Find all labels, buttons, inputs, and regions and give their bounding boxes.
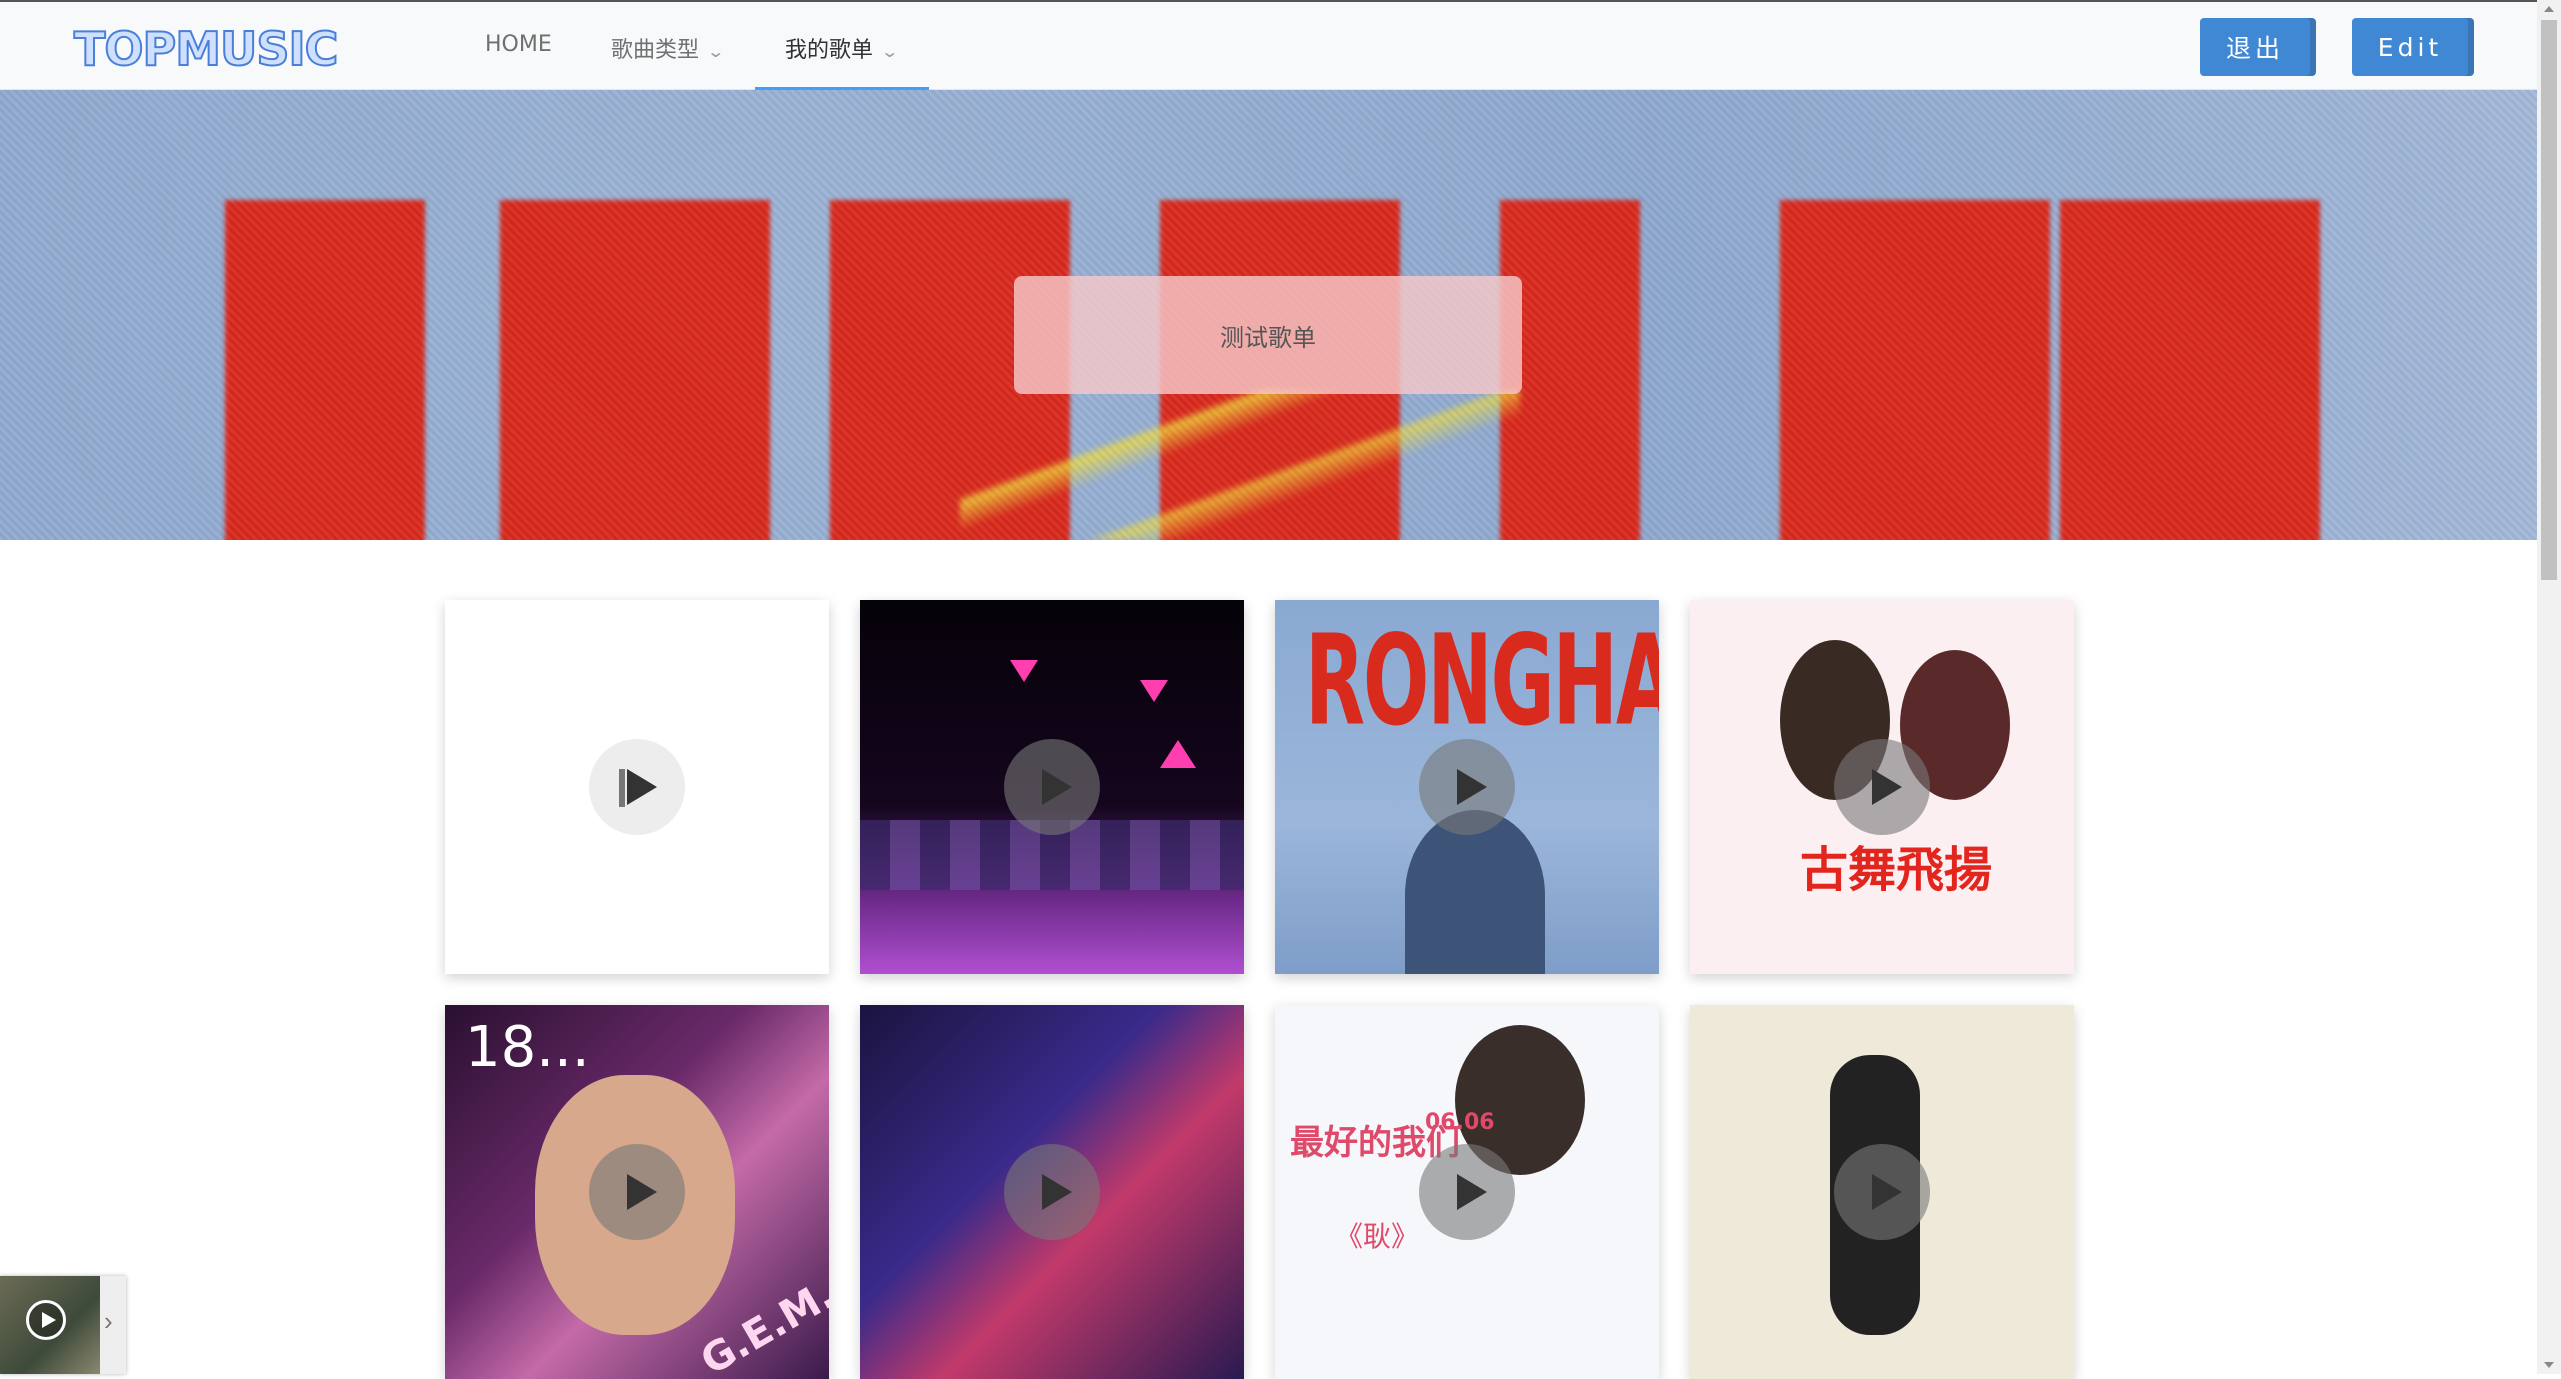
nav-song-type[interactable]: 歌曲类型 ⌄ (611, 32, 726, 64)
play-icon[interactable] (1419, 1144, 1515, 1240)
song-card[interactable]: 最好的我们 06.06 《耿》 (1275, 1005, 1659, 1379)
song-card[interactable] (445, 600, 829, 974)
playlist-banner: 测试歌单 (0, 90, 2537, 540)
play-pause-icon[interactable] (589, 739, 685, 835)
play-icon[interactable] (589, 1144, 685, 1240)
play-icon[interactable] (1834, 739, 1930, 835)
triangle-icon (1160, 740, 1196, 768)
top-navbar: TOPMUSIC HOME 歌曲类型 ⌄ 我的歌单 ⌄ 退出 Edit (0, 0, 2537, 90)
song-card[interactable] (1690, 1005, 2074, 1379)
chevron-down-icon: ⌄ (880, 42, 900, 61)
nav-home-label: HOME (485, 32, 552, 57)
song-card[interactable]: 古舞飛揚 (1690, 600, 2074, 974)
scroll-up-icon[interactable] (2544, 6, 2554, 12)
play-icon[interactable] (1834, 1144, 1930, 1240)
scrollbar-thumb[interactable] (2541, 20, 2557, 580)
album-cover-subtitle: 《耿》 (1335, 1220, 1420, 1253)
album-cover-number: 18... (465, 1015, 590, 1080)
playlist-title: 测试歌单 (1014, 276, 1522, 394)
logout-button[interactable]: 退出 (2200, 18, 2310, 76)
play-icon[interactable] (1419, 739, 1515, 835)
scroll-down-icon[interactable] (2544, 1362, 2554, 1368)
nav-song-type-label: 歌曲类型 (611, 38, 700, 63)
song-card[interactable]: RONGHAO (1275, 600, 1659, 974)
nav-my-playlist-label: 我的歌单 (785, 38, 874, 63)
chevron-right-icon[interactable]: › (104, 1306, 113, 1337)
album-cover-title: RONGHAO (1305, 610, 1659, 754)
nav-home[interactable]: HOME (485, 32, 552, 57)
album-cover-date: 06.06 (1425, 1110, 1495, 1135)
chevron-down-icon: ⌄ (706, 42, 726, 61)
album-cover-title: 古舞飛揚 (1800, 842, 1993, 898)
song-card[interactable]: 18... G.E.M. (445, 1005, 829, 1379)
play-icon[interactable] (1004, 739, 1100, 835)
triangle-icon (1010, 660, 1038, 682)
play-icon[interactable] (1004, 1144, 1100, 1240)
edit-button[interactable]: Edit (2352, 18, 2468, 76)
cover-art-person (1405, 810, 1545, 974)
page-scrollbar[interactable] (2537, 0, 2561, 1374)
triangle-icon (1140, 680, 1168, 702)
playlist-title-text: 测试歌单 (1220, 323, 1316, 352)
site-logo[interactable]: TOPMUSIC (73, 21, 339, 77)
play-icon[interactable] (26, 1300, 66, 1340)
song-card[interactable] (860, 600, 1244, 974)
song-card[interactable] (860, 1005, 1244, 1379)
mini-player[interactable]: › (0, 1276, 126, 1374)
nav-my-playlist[interactable]: 我的歌单 ⌄ (785, 32, 900, 64)
